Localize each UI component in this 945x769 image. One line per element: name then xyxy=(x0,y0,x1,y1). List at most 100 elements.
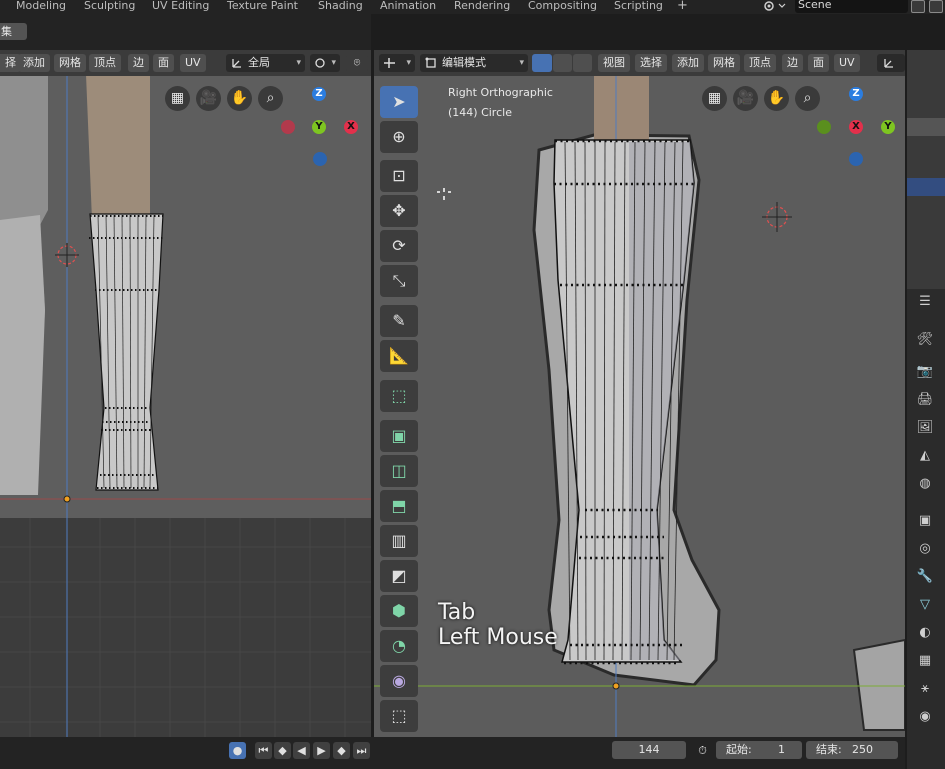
zoom-icon[interactable]: ⌕ xyxy=(258,86,283,111)
smooth-icon[interactable]: ◉ xyxy=(380,665,418,697)
scene-selector-icon[interactable] xyxy=(762,0,790,13)
modifier-icon[interactable]: ◎ xyxy=(914,538,936,560)
uv-menu-right[interactable]: UV xyxy=(834,54,860,72)
play-reverse-icon[interactable]: ◀ xyxy=(293,742,310,759)
x-axis-right-gizmo[interactable]: X xyxy=(849,120,863,134)
edge-select-icon[interactable] xyxy=(553,54,572,72)
neg-z-axis-right-gizmo[interactable] xyxy=(849,152,863,166)
pan-hand-icon[interactable]: ✋ xyxy=(227,86,252,111)
measure-icon[interactable]: 📐 xyxy=(380,340,418,372)
mesh-menu[interactable]: 网格 xyxy=(54,54,86,72)
translate-icon[interactable]: ✥ xyxy=(380,195,418,227)
outliner-row-selected[interactable] xyxy=(907,178,945,196)
y-axis-gizmo[interactable]: Y xyxy=(312,120,326,134)
zoom-right-icon[interactable]: ⌕ xyxy=(795,86,820,111)
inset-icon[interactable]: ◫ xyxy=(380,455,418,487)
tab-rendering[interactable]: Rendering xyxy=(454,0,510,14)
tool-icon[interactable]: 🛠 xyxy=(914,329,936,351)
collection-chip[interactable]: 集 xyxy=(0,23,27,40)
pivot-dropdown[interactable]: ▾ xyxy=(310,54,340,72)
tab-sculpting[interactable]: Sculpting xyxy=(84,0,135,14)
jump-start-icon[interactable]: ⏮ xyxy=(255,742,272,759)
face-menu-right[interactable]: 面 xyxy=(808,54,829,72)
z-axis-gizmo[interactable]: Z xyxy=(312,87,326,101)
vertex-menu-right[interactable]: 顶点 xyxy=(744,54,776,72)
camera-view-right-icon[interactable]: 🎥 xyxy=(733,86,758,111)
rotate-icon[interactable]: ⟳ xyxy=(380,230,418,262)
constraints-icon[interactable]: ⚹ xyxy=(914,678,936,700)
tab-animation[interactable]: Animation xyxy=(380,0,436,14)
face-select-icon[interactable] xyxy=(573,54,592,72)
end-frame-field[interactable]: 结束: 250 xyxy=(806,741,898,759)
properties-editor-icon[interactable]: ☰ xyxy=(914,291,936,313)
vertex-menu[interactable]: 顶点 xyxy=(89,54,121,72)
current-frame-field[interactable]: 144 xyxy=(612,741,686,759)
z-axis-right-gizmo[interactable]: Z xyxy=(849,87,863,101)
transform-orientation-dropdown[interactable]: 全局 ▾ xyxy=(226,54,305,72)
shrink-fatten-icon[interactable]: ⬚ xyxy=(380,700,418,732)
render-icon[interactable]: 📷 xyxy=(914,361,936,383)
move-icon[interactable]: ⊡ xyxy=(380,160,418,192)
tab-scripting[interactable]: Scripting xyxy=(614,0,663,14)
knife-icon[interactable]: ◩ xyxy=(380,560,418,592)
annotate-icon[interactable]: ✎ xyxy=(380,305,418,337)
view-menu[interactable]: 视图 xyxy=(598,54,630,72)
mode-dropdown[interactable]: 编辑模式 ▾ xyxy=(420,54,528,72)
particles-icon[interactable]: 🔧 xyxy=(914,566,936,588)
material-icon[interactable]: ◐ xyxy=(914,622,936,644)
tab-compositing[interactable]: Compositing xyxy=(528,0,597,14)
cursor-icon[interactable]: ⊕ xyxy=(380,121,418,153)
view-layer-icon[interactable]: 🖼 xyxy=(914,417,936,439)
grid-toggle-right-icon[interactable]: ▦ xyxy=(702,86,727,111)
tab-modeling[interactable]: Modeling xyxy=(16,0,66,14)
outliner-row[interactable] xyxy=(907,118,945,136)
add-menu-right[interactable]: 添加 xyxy=(672,54,704,72)
data-icon[interactable]: ▽ xyxy=(914,594,936,616)
bevel-icon[interactable]: ⬒ xyxy=(380,490,418,522)
add-cube-icon[interactable]: ⬚ xyxy=(380,380,418,412)
record-icon[interactable]: ● xyxy=(229,742,246,759)
extrude-icon[interactable]: ▣ xyxy=(380,420,418,452)
play-icon[interactable]: ▶ xyxy=(313,742,330,759)
neg-y-axis-right-gizmo[interactable] xyxy=(817,120,831,134)
left-viewport[interactable]: 择 添加 网格 顶点 边 面 UV 全局 ▾ ▾ ⌾ ▦ 🎥 ✋ ⌕ Z Y X xyxy=(0,50,371,737)
texture-icon[interactable]: ▦ xyxy=(914,650,936,672)
pan-hand-right-icon[interactable]: ✋ xyxy=(764,86,789,111)
edge-menu[interactable]: 边 xyxy=(128,54,149,72)
jump-end-icon[interactable]: ⏭ xyxy=(353,742,370,759)
scale-icon[interactable]: ⤡ xyxy=(380,265,418,297)
copy-scene-icon[interactable] xyxy=(911,0,925,13)
next-keyframe-icon[interactable]: ◆ xyxy=(333,742,350,759)
spin-icon[interactable]: ◔ xyxy=(380,630,418,662)
add-menu[interactable]: 添加 xyxy=(18,54,50,72)
right-viewport[interactable]: ▾ 编辑模式 ▾ 视图 选择 添加 网格 顶点 边 面 UV Right Ort… xyxy=(374,50,905,737)
vertex-select-icon[interactable] xyxy=(532,54,552,72)
prev-keyframe-icon[interactable]: ◆ xyxy=(274,742,291,759)
add-workspace-button[interactable]: + xyxy=(677,0,688,14)
neg-z-axis-gizmo[interactable] xyxy=(313,152,327,166)
timer-icon[interactable]: ⏱ xyxy=(694,742,711,759)
tab-texture-paint[interactable]: Texture Paint xyxy=(227,0,298,14)
face-menu[interactable]: 面 xyxy=(153,54,174,72)
mesh-menu-right[interactable]: 网格 xyxy=(708,54,740,72)
scene-icon[interactable]: ◭ xyxy=(914,445,936,467)
loop-cut-icon[interactable]: ▥ xyxy=(380,525,418,557)
start-frame-field[interactable]: 起始: 1 xyxy=(716,741,802,759)
uv-menu[interactable]: UV xyxy=(180,54,206,72)
tab-uv-editing[interactable]: UV Editing xyxy=(152,0,209,14)
snap-icon[interactable]: ⌾ xyxy=(346,54,368,72)
orientation-dropdown-right[interactable] xyxy=(877,54,905,72)
world-icon[interactable]: ◍ xyxy=(914,473,936,495)
camera-view-icon[interactable]: 🎥 xyxy=(196,86,221,111)
object-icon[interactable]: ▣ xyxy=(914,510,936,532)
select-box-icon[interactable]: ➤ xyxy=(380,86,418,118)
physics-icon[interactable]: ◉ xyxy=(914,706,936,728)
y-axis-right-gizmo[interactable]: Y xyxy=(881,120,895,134)
poly-build-icon[interactable]: ⬢ xyxy=(380,595,418,627)
tab-shading[interactable]: Shading xyxy=(318,0,363,14)
grid-toggle-icon[interactable]: ▦ xyxy=(165,86,190,111)
scene-name-field[interactable]: Scene xyxy=(795,0,908,13)
output-icon[interactable]: 🖨 xyxy=(914,389,936,411)
edge-menu-right[interactable]: 边 xyxy=(782,54,803,72)
editor-type-dropdown[interactable]: ▾ xyxy=(379,54,415,72)
